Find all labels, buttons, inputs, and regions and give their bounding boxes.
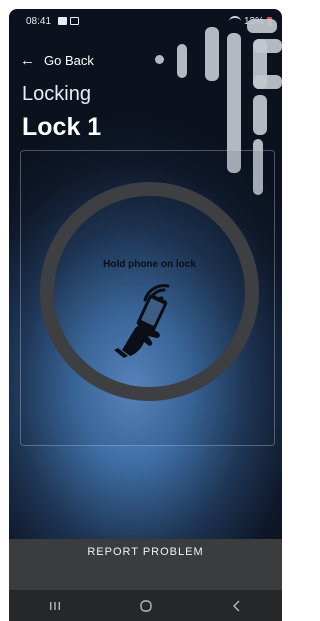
deco-bar [253, 75, 282, 89]
report-problem-button[interactable]: REPORT PROBLEM [9, 539, 282, 590]
deco-bar [205, 27, 219, 81]
page-title: Lock 1 [22, 113, 102, 141]
gallery-notification-icon [58, 17, 67, 25]
go-back-label: Go Back [44, 53, 94, 68]
hold-instruction: Hold phone on lock [103, 259, 196, 270]
deco-bar [177, 44, 187, 78]
go-back-button[interactable]: ← Go Back [20, 53, 94, 68]
status-bar: 08:41 13% [9, 9, 282, 35]
nfc-phone-icon [114, 284, 170, 358]
status-time: 08:41 [26, 16, 52, 27]
page-subtitle: Locking [22, 83, 91, 105]
arrow-left-icon: ← [20, 52, 35, 69]
app-screen: 08:41 13% ← Go Back Locking Lock 1 Hold … [9, 9, 282, 621]
report-problem-label: REPORT PROBLEM [87, 546, 204, 558]
screen-notification-icon [70, 17, 79, 25]
wifi-icon [228, 16, 241, 27]
back-icon[interactable] [217, 596, 257, 616]
deco-bar [247, 19, 277, 33]
system-nav-bar [9, 590, 282, 621]
deco-bar [253, 95, 267, 135]
deco-dot [155, 55, 164, 64]
recent-apps-icon[interactable] [35, 596, 75, 616]
home-icon[interactable] [126, 596, 166, 616]
